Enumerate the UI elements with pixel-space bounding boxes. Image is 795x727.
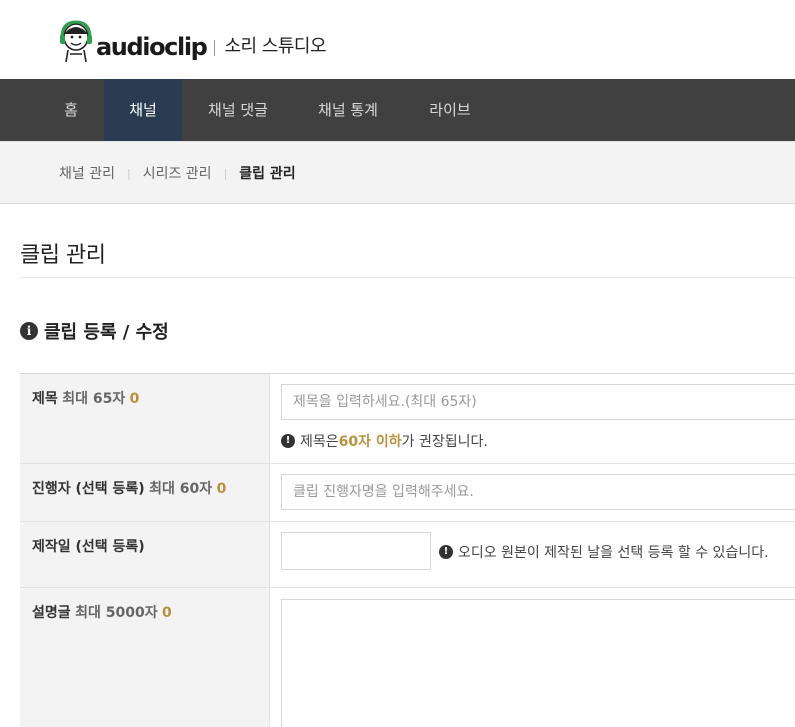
gnb-item-channel-stats[interactable]: 채널 통계 <box>303 79 393 141</box>
sub-nav: 채널 관리 | 시리즈 관리 | 클립 관리 <box>0 141 795 204</box>
exclamation-circle-icon: ! <box>281 434 295 448</box>
info-circle-icon: i <box>20 322 38 340</box>
section-title-text: 클립 등록 / 수정 <box>44 322 169 343</box>
production-date-note: ! 오디오 원본이 제작된 날을 선택 등록 할 수 있습니다. <box>439 542 769 562</box>
audioclip-logo[interactable]: audioclip 소리 스튜디오 <box>58 14 327 64</box>
title-input[interactable]: 제목을 입력하세요.(최대 65자) <box>281 384 795 420</box>
form-label-host: 진행자 (선택 등록) 최대 60자 0 <box>20 464 270 521</box>
exclamation-circle-icon: ! <box>439 545 453 559</box>
site-header: audioclip 소리 스튜디오 <box>0 0 795 79</box>
snb-separator: | <box>126 166 131 180</box>
form-row-title: 제목 최대 65자 0 제목을 입력하세요.(최대 65자) ! 제목은 60자… <box>20 374 795 464</box>
field-label: 제목 <box>32 391 58 407</box>
clip-form: 제목 최대 65자 0 제목을 입력하세요.(최대 65자) ! 제목은 60자… <box>20 373 795 727</box>
production-date-input[interactable] <box>281 532 431 570</box>
title-note: ! 제목은 60자 이하 가 권장됩니다. <box>281 431 488 451</box>
logo-divider <box>214 40 216 56</box>
page-title: 클립 관리 <box>20 243 106 268</box>
title-divider <box>20 277 795 278</box>
gnb-item-channel-comments[interactable]: 채널 댓글 <box>193 79 283 141</box>
gnb-item-live[interactable]: 라이브 <box>413 79 487 141</box>
global-nav: 홈 채널 채널 댓글 채널 통계 라이브 <box>0 79 795 141</box>
form-label-title: 제목 최대 65자 0 <box>20 374 270 463</box>
description-textarea[interactable] <box>281 599 795 727</box>
field-limit: 최대 5000자 <box>75 605 158 621</box>
field-char-count: 0 <box>162 605 172 621</box>
title-note-highlight: 60자 이하 <box>338 434 402 450</box>
headphone-mascot-icon <box>60 20 92 63</box>
gnb-item-channel[interactable]: 채널 <box>104 79 182 141</box>
form-label-description: 설명글 최대 5000자 0 <box>20 588 270 727</box>
studio-label: 소리 스튜디오 <box>224 36 327 57</box>
host-input[interactable]: 클립 진행자명을 입력해주세요. <box>281 474 795 510</box>
snb-item-series-manage[interactable]: 시리즈 관리 <box>143 163 212 183</box>
logo-wordmark: audioclip <box>96 33 208 61</box>
form-row-description: 설명글 최대 5000자 0 <box>20 588 795 727</box>
field-char-count: 0 <box>129 391 140 407</box>
snb-item-channel-manage[interactable]: 채널 관리 <box>59 163 115 183</box>
snb-item-clip-manage[interactable]: 클립 관리 <box>239 163 295 183</box>
field-char-count: 0 <box>216 481 227 497</box>
field-limit: 최대 60자 <box>149 481 213 497</box>
snb-separator: | <box>223 166 228 180</box>
field-label: 진행자 (선택 등록) <box>32 481 145 497</box>
form-label-production-date: 제작일 (선택 등록) <box>20 522 270 587</box>
field-label: 제작일 (선택 등록) <box>32 539 145 555</box>
form-row-production-date: 제작일 (선택 등록) ! 오디오 원본이 제작된 날을 선택 등록 할 수 있… <box>20 522 795 588</box>
form-row-host: 진행자 (선택 등록) 최대 60자 0 클립 진행자명을 입력해주세요. <box>20 464 795 522</box>
field-limit: 최대 65자 <box>62 391 126 407</box>
field-label: 설명글 <box>32 605 71 621</box>
section-title: i 클립 등록 / 수정 <box>20 318 169 344</box>
gnb-item-home[interactable]: 홈 <box>41 79 101 141</box>
